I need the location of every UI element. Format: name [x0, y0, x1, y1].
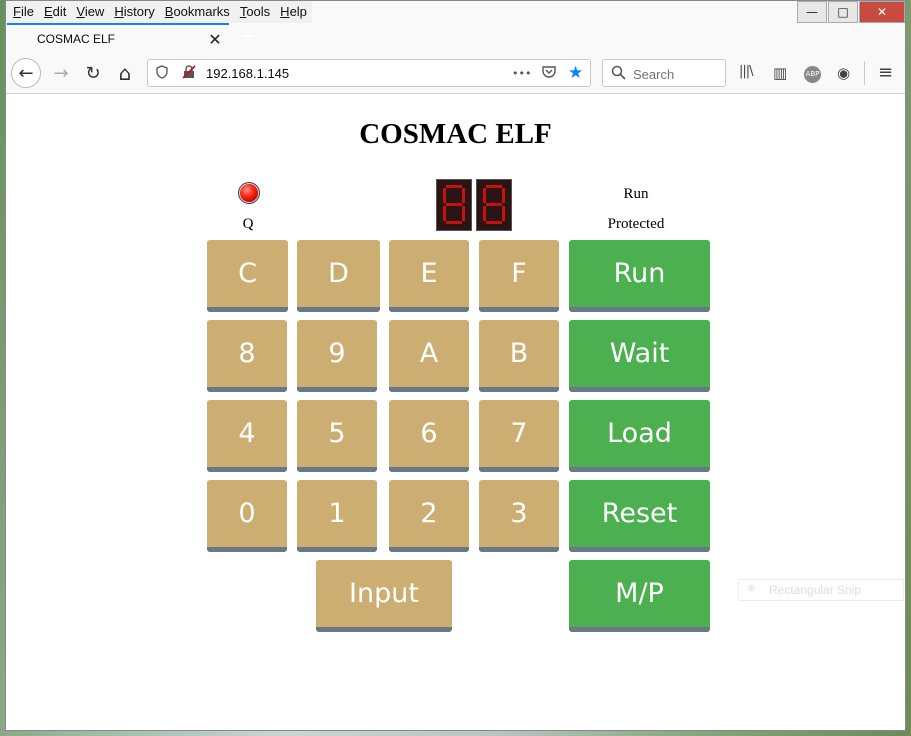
protect-status-label: Protected: [607, 216, 665, 232]
snip-overlay: ⊕ Rectangular Snip: [738, 579, 904, 601]
page-actions-icon[interactable]: •••: [512, 67, 531, 80]
library-icon[interactable]: |||\: [739, 64, 753, 79]
insecure-lock-icon[interactable]: [182, 65, 196, 83]
page-title: COSMAC ELF: [359, 118, 552, 150]
menu-bookmarks[interactable]: Bookmarks: [160, 1, 235, 23]
page-content: COSMAC ELF Q Run Protected C D E F 8 9 A…: [6, 94, 905, 730]
adblock-icon[interactable]: ABP: [804, 66, 821, 83]
hamburger-menu-icon[interactable]: ≡: [878, 62, 893, 83]
key-0[interactable]: 0: [207, 480, 287, 552]
reset-button[interactable]: Reset: [569, 480, 710, 552]
key-2[interactable]: 2: [389, 480, 469, 552]
menu-edit[interactable]: Edit: [39, 1, 71, 23]
navigation-bar: ← → ↻ ⌂ 192.168.1.145 ••• ★ Search |||\ …: [6, 53, 905, 94]
url-text: 192.168.1.145: [206, 66, 290, 81]
key-c[interactable]: C: [207, 240, 288, 312]
new-tab-button[interactable]: +: [234, 25, 262, 51]
key-d[interactable]: D: [297, 240, 380, 312]
menu-file[interactable]: File: [8, 1, 39, 23]
sidebar-icon[interactable]: ▥: [773, 64, 787, 82]
shield-icon[interactable]: [156, 65, 168, 83]
snip-label: Rectangular Snip: [769, 583, 862, 597]
key-e[interactable]: E: [389, 240, 469, 312]
menu-bar: File Edit View History Bookmarks Tools H…: [6, 1, 312, 23]
tab-strip: COSMAC ELF ✕ +: [6, 23, 905, 53]
menu-help[interactable]: Help: [275, 1, 312, 23]
snip-icon: ⊕: [747, 583, 756, 594]
key-b[interactable]: B: [479, 320, 559, 392]
tab-cosmac-elf[interactable]: COSMAC ELF ✕: [7, 23, 229, 53]
key-a[interactable]: A: [389, 320, 469, 392]
tab-title: COSMAC ELF: [37, 32, 116, 46]
key-8[interactable]: 8: [207, 320, 287, 392]
memory-protect-button[interactable]: M/P: [569, 560, 710, 632]
search-icon: [611, 65, 626, 83]
key-4[interactable]: 4: [207, 400, 287, 472]
load-button[interactable]: Load: [569, 400, 710, 472]
run-button[interactable]: Run: [569, 240, 710, 312]
forward-button[interactable]: →: [47, 59, 75, 87]
back-button[interactable]: ←: [11, 58, 41, 88]
hex-digit-display-low: [476, 179, 512, 231]
q-led-indicator: [238, 182, 260, 204]
menu-history[interactable]: History: [109, 1, 159, 23]
home-button[interactable]: ⌂: [111, 59, 139, 87]
window-controls: — □ ✕: [796, 1, 905, 23]
account-icon[interactable]: ◉: [837, 64, 850, 82]
toolbar-divider: [864, 61, 865, 85]
key-9[interactable]: 9: [297, 320, 377, 392]
key-7[interactable]: 7: [479, 400, 559, 472]
maximize-button[interactable]: □: [828, 1, 858, 23]
key-f[interactable]: F: [479, 240, 559, 312]
search-bar[interactable]: Search: [602, 59, 726, 87]
menu-tools[interactable]: Tools: [235, 1, 275, 23]
input-button[interactable]: Input: [316, 560, 452, 632]
hex-digit-display-high: [436, 179, 472, 231]
key-3[interactable]: 3: [479, 480, 559, 552]
search-input[interactable]: Search: [633, 67, 674, 82]
q-label: Q: [242, 216, 254, 232]
reload-button[interactable]: ↻: [79, 59, 107, 87]
wait-button[interactable]: Wait: [569, 320, 710, 392]
key-1[interactable]: 1: [297, 480, 377, 552]
pocket-icon[interactable]: [542, 65, 556, 82]
minimize-button[interactable]: —: [797, 1, 827, 23]
url-bar[interactable]: 192.168.1.145 ••• ★: [147, 59, 591, 87]
key-5[interactable]: 5: [297, 400, 377, 472]
tab-close-icon[interactable]: ✕: [205, 30, 225, 49]
bookmark-star-icon[interactable]: ★: [568, 63, 583, 83]
menu-view[interactable]: View: [71, 1, 109, 23]
run-status-label: Run: [623, 186, 649, 202]
browser-window: File Edit View History Bookmarks Tools H…: [5, 0, 906, 731]
close-window-button[interactable]: ✕: [859, 1, 905, 23]
key-6[interactable]: 6: [389, 400, 469, 472]
